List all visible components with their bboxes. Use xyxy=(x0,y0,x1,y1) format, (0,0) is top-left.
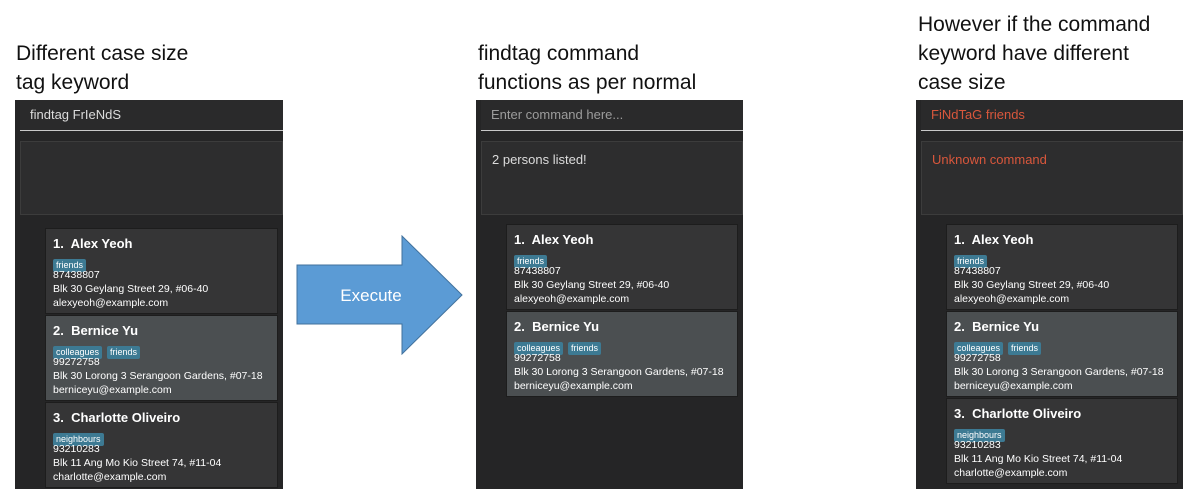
person-phone: 99272758 xyxy=(954,352,1001,364)
person-name: 2. Bernice Yu xyxy=(514,319,600,334)
caption-line: tag keyword xyxy=(16,71,130,94)
person-name: 3. Charlotte Oliveiro xyxy=(954,406,1082,421)
result-text: 2 persons listed! xyxy=(492,152,587,167)
person-card-selected[interactable]: 2. Bernice Yu colleagues friends 99272758… xyxy=(506,311,738,397)
person-email: charlotte@example.com xyxy=(53,471,167,483)
caption-line: findtag command xyxy=(478,42,640,65)
caption-panel-2: findtag command functions as per normal xyxy=(478,39,696,97)
person-phone: 87438807 xyxy=(514,265,561,277)
command-box[interactable]: FiNdTaG friends xyxy=(921,100,1183,131)
person-name: 1. Alex Yeoh xyxy=(514,232,594,247)
tag-badge: friends xyxy=(1008,342,1042,355)
caption-line: functions as per normal xyxy=(478,71,697,94)
person-address: Blk 30 Lorong 3 Serangoon Gardens, #07-1… xyxy=(514,366,724,378)
person-email: alexyeoh@example.com xyxy=(954,293,1070,305)
tag-badge: friends xyxy=(568,342,602,355)
arrow-label: Execute xyxy=(340,286,401,305)
person-name: 2. Bernice Yu xyxy=(954,319,1040,334)
person-card[interactable]: 1. Alex Yeoh friends 87438807 Blk 30 Gey… xyxy=(45,228,278,314)
person-phone: 93210283 xyxy=(954,439,1001,451)
person-card[interactable]: 3. Charlotte Oliveiro neighbours 9321028… xyxy=(45,402,278,488)
person-card[interactable]: 1. Alex Yeoh friends 87438807 Blk 30 Gey… xyxy=(946,224,1178,310)
person-address: Blk 30 Geylang Street 29, #06-40 xyxy=(53,283,209,295)
person-email: alexyeoh@example.com xyxy=(53,297,169,309)
person-email: berniceyu@example.com xyxy=(514,380,633,392)
caption-line: Different case size xyxy=(16,42,189,65)
person-address: Blk 11 Ang Mo Kio Street 74, #11-04 xyxy=(53,457,222,469)
app-window-panel-1: findtag FrIeNdS 1. Alex Yeoh friends 874… xyxy=(15,100,283,489)
caption-line: However if the command xyxy=(918,13,1151,36)
command-input-placeholder[interactable]: Enter command here... xyxy=(491,107,623,122)
command-input-text[interactable]: FiNdTaG friends xyxy=(931,107,1025,122)
person-phone: 87438807 xyxy=(954,265,1001,277)
person-card[interactable]: 1. Alex Yeoh friends 87438807 Blk 30 Gey… xyxy=(506,224,738,310)
person-phone: 99272758 xyxy=(53,356,100,368)
app-window-panel-2: Enter command here... 2 persons listed! … xyxy=(476,100,743,489)
person-card[interactable]: 3. Charlotte Oliveiro neighbours 9321028… xyxy=(946,398,1178,484)
caption-panel-1: Different case size tag keyword xyxy=(16,39,188,97)
caption-line: keyword have different xyxy=(918,42,1129,65)
tag-badge: friends xyxy=(107,346,141,359)
person-address: Blk 30 Geylang Street 29, #06-40 xyxy=(954,279,1110,291)
app-window-panel-3: FiNdTaG friends Unknown command 1. Alex … xyxy=(916,100,1183,489)
person-address: Blk 30 Lorong 3 Serangoon Gardens, #07-1… xyxy=(954,366,1164,378)
person-name: 1. Alex Yeoh xyxy=(53,236,133,251)
command-box[interactable]: Enter command here... xyxy=(481,100,743,131)
command-box[interactable]: findtag FrIeNdS xyxy=(20,100,283,131)
person-phone: 87438807 xyxy=(53,269,100,281)
result-display xyxy=(20,141,283,215)
person-phone: 99272758 xyxy=(514,352,561,364)
person-name: 3. Charlotte Oliveiro xyxy=(53,410,181,425)
person-address: Blk 30 Geylang Street 29, #06-40 xyxy=(514,279,670,291)
person-email: berniceyu@example.com xyxy=(53,384,172,396)
person-name: 1. Alex Yeoh xyxy=(954,232,1034,247)
result-display: 2 persons listed! xyxy=(481,141,743,215)
person-email: alexyeoh@example.com xyxy=(514,293,630,305)
person-card-selected[interactable]: 2. Bernice Yu colleagues friends 99272758… xyxy=(946,311,1178,397)
person-email: berniceyu@example.com xyxy=(954,380,1073,392)
person-address: Blk 11 Ang Mo Kio Street 74, #11-04 xyxy=(954,453,1123,465)
person-address: Blk 30 Lorong 3 Serangoon Gardens, #07-1… xyxy=(53,370,263,382)
caption-panel-3: However if the command keyword have diff… xyxy=(918,10,1150,97)
command-input-text[interactable]: findtag FrIeNdS xyxy=(30,107,121,122)
person-phone: 93210283 xyxy=(53,443,100,455)
result-display: Unknown command xyxy=(921,141,1183,215)
right-arrow-icon: Execute xyxy=(296,235,463,355)
result-error-text: Unknown command xyxy=(932,152,1047,167)
person-email: charlotte@example.com xyxy=(954,467,1068,479)
caption-line: case size xyxy=(918,71,1006,94)
person-name: 2. Bernice Yu xyxy=(53,323,139,338)
person-card-selected[interactable]: 2. Bernice Yu colleagues friends 99272758… xyxy=(45,315,278,401)
